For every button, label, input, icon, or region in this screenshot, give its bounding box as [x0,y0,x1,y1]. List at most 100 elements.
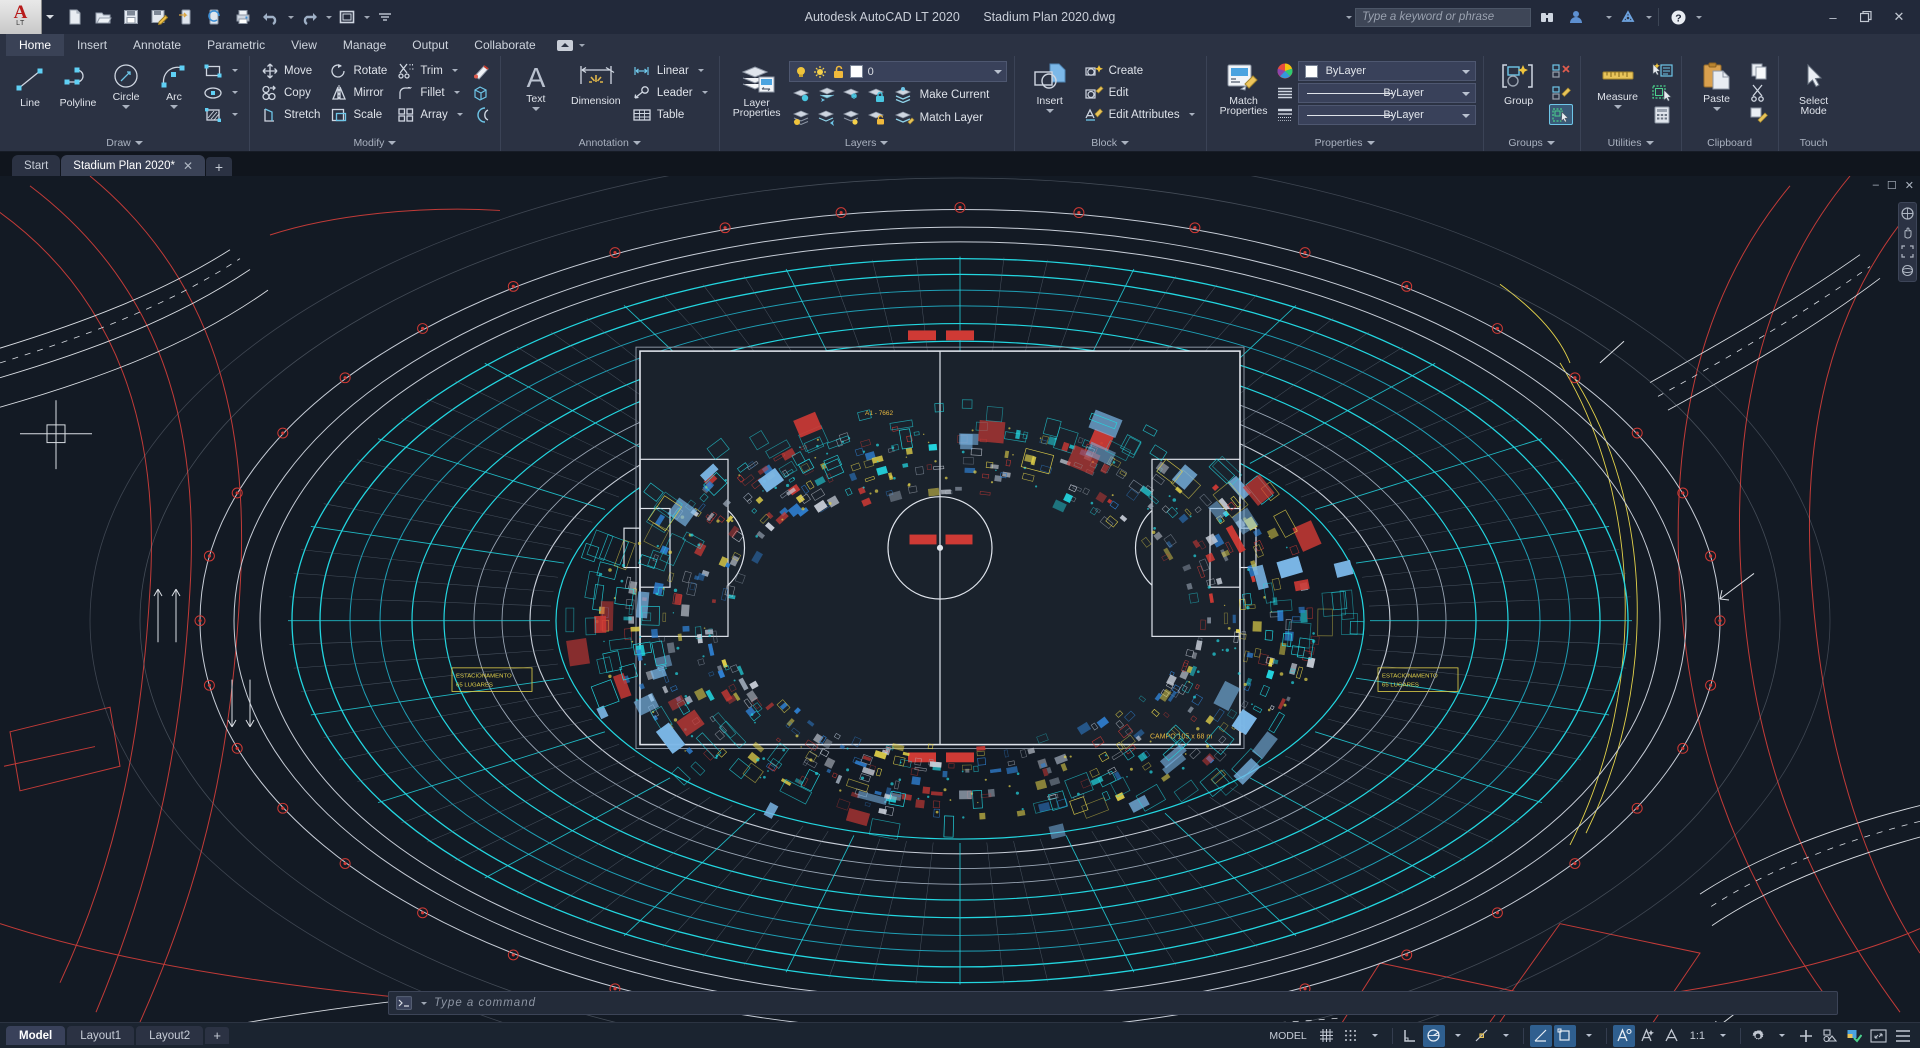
layout1-tab[interactable]: Layout1 [67,1026,135,1045]
open-icon[interactable] [90,4,116,30]
line-button[interactable]: Line [7,60,53,111]
layer-turn-all-on-icon[interactable] [814,107,838,128]
ribbon-tab-insert[interactable]: Insert [64,34,120,56]
layer-combo[interactable]: 0 [788,61,1007,82]
open-from-web-icon[interactable] [174,4,200,30]
polyline-button[interactable]: Polyline [55,60,101,111]
arc-dropdown-caret[interactable] [170,105,178,109]
leader-dropdown-caret[interactable] [701,91,708,94]
grid-display-toggle[interactable] [1316,1025,1338,1047]
autodesk-app-icon[interactable] [1615,4,1641,30]
customize-icon[interactable] [372,4,398,30]
drawing-minimize-button[interactable]: – [1873,179,1879,192]
rectangle-dropdown-caret[interactable] [232,69,238,72]
redo-icon[interactable] [296,4,322,30]
copy-clip-icon[interactable] [1747,60,1771,81]
file-tab-stadium-plan[interactable]: Stadium Plan 2020* ✕ [61,155,206,176]
annotation-scale-caret[interactable] [1712,1025,1734,1047]
stretch-button[interactable]: Stretch [257,104,324,125]
paste-button[interactable]: Paste [1689,60,1745,113]
object-snap-toggle[interactable] [1471,1025,1493,1047]
ribbon-tab-parametric[interactable]: Parametric [194,34,278,56]
command-history-caret[interactable] [421,1001,427,1005]
customization-menu[interactable] [1892,1025,1914,1047]
help-icon[interactable]: ? [1665,4,1691,30]
circle-dropdown-caret[interactable] [122,105,130,109]
drawing-close-button[interactable]: ✕ [1905,179,1914,192]
polar-tracking-toggle[interactable] [1422,1024,1445,1047]
trim-button[interactable]: Trim [393,60,466,81]
layer-unisolate-icon[interactable] [814,84,838,105]
make-current-button[interactable]: Make Current [889,84,994,105]
group-selection-on-off-icon[interactable] [1548,104,1573,125]
workspace-switching-icon[interactable] [1747,1025,1769,1047]
text-button[interactable]: A Text [508,60,564,113]
insert-block-button[interactable]: Insert [1022,60,1078,115]
save-icon[interactable] [118,4,144,30]
sign-in-avatar-icon[interactable] [1563,4,1589,30]
autodesk-app-caret[interactable] [1646,15,1652,19]
new-icon[interactable] [62,4,88,30]
model-tab[interactable]: Model [6,1026,66,1045]
panel-groups-caret[interactable] [1546,140,1555,145]
hatch-button[interactable] [199,104,242,125]
polar-tracking-caret[interactable] [1447,1025,1469,1047]
fillet-dropdown-caret[interactable] [453,91,460,94]
application-menu-button[interactable]: A LT [0,0,42,34]
autoscale-toggle[interactable] [1637,1025,1659,1047]
layer-properties-button[interactable]: Layer Properties [727,60,787,120]
close-button[interactable]: ✕ [1884,5,1914,29]
layer-freeze-icon[interactable] [839,84,863,105]
panel-label-annotation[interactable]: Annotation [503,134,717,151]
application-menu-caret[interactable] [46,15,54,19]
panel-label-block[interactable]: Block [1017,134,1204,151]
edit-block-button[interactable]: Edit [1080,82,1199,103]
mirror-button[interactable]: Mirror [326,82,391,103]
panel-layers-caret[interactable] [880,140,889,145]
panel-properties-caret[interactable] [1366,140,1375,145]
offset-icon[interactable] [469,104,493,125]
table-button[interactable]: Table [628,104,712,125]
panel-label-utilities[interactable]: Utilities [1583,134,1679,151]
hatch-dropdown-caret[interactable] [232,113,238,116]
linear-dropdown-caret[interactable] [697,69,704,72]
match-layer-button[interactable]: Match Layer [889,107,987,128]
drawing-restore-button[interactable]: ☐ [1887,179,1897,192]
panel-label-modify[interactable]: Modify [252,134,498,151]
workspace-icon[interactable] [334,4,360,30]
steering-wheel-icon[interactable] [1900,206,1915,221]
panel-label-draw[interactable]: Draw [2,134,247,151]
panel-draw-caret[interactable] [134,140,143,145]
ribbon-tab-view[interactable]: View [278,34,330,56]
drawing-canvas[interactable]: CAMPO 105 x 68 m A1 - 7662 ESTACIONAMENT… [0,176,1920,1022]
panel-label-touch[interactable]: Touch [1781,134,1847,151]
panel-label-properties[interactable]: Properties [1209,134,1481,151]
rectangle-button[interactable] [199,60,242,81]
edit-attributes-caret[interactable] [1188,113,1195,116]
ribbon-tab-annotate[interactable]: Annotate [120,34,194,56]
ungroup-icon[interactable] [1549,60,1573,81]
linear-dimension-button[interactable]: Linear [628,60,712,81]
circle-button[interactable]: Circle [103,60,149,111]
workspace-switching-caret[interactable] [1771,1025,1793,1047]
layout2-tab[interactable]: Layout2 [136,1026,204,1045]
group-edit-icon[interactable] [1549,82,1573,103]
plot-icon[interactable] [230,4,256,30]
panel-annotation-caret[interactable] [632,140,641,145]
annotation-scale-value[interactable]: 1:1 [1685,1025,1710,1047]
object-color-caret[interactable] [1461,70,1470,74]
pan-icon[interactable] [1900,225,1915,240]
quick-select-icon[interactable] [1650,60,1674,81]
graphics-performance-icon[interactable] [1843,1025,1865,1047]
linetype-combo[interactable]: ByLayer [1297,83,1476,103]
edit-attributes-button[interactable]: Edit Attributes [1080,104,1199,125]
search-icon[interactable] [1534,4,1560,30]
ortho-mode-toggle[interactable] [1399,1025,1421,1047]
ribbon-tab-collaborate[interactable]: Collaborate [461,34,548,56]
layer-off-icon[interactable] [789,107,813,128]
linetype-caret[interactable] [1461,92,1470,96]
fillet-button[interactable]: Fillet [393,82,466,103]
search-input[interactable]: Type a keyword or phrase [1355,7,1531,27]
lineweight-caret[interactable] [1461,114,1470,118]
cut-clip-icon[interactable] [1747,82,1771,103]
